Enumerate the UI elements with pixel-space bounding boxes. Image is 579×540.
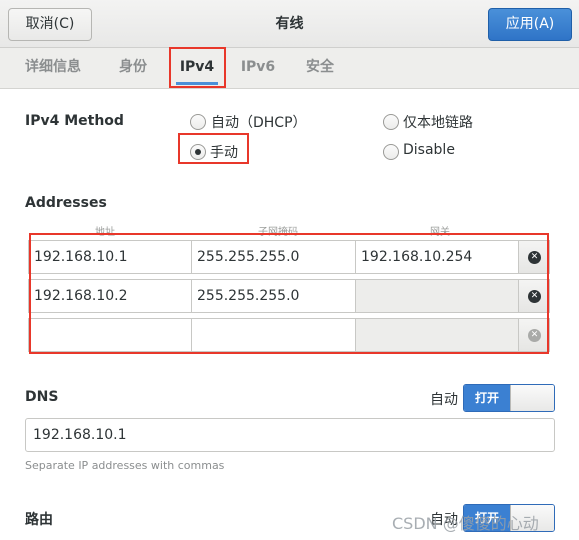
address-input[interactable]: 192.168.10.1 bbox=[28, 240, 192, 274]
address-input[interactable]: 192.168.10.2 bbox=[28, 279, 192, 313]
column-header-address: 地址 bbox=[95, 227, 115, 238]
apply-button[interactable]: 应用(A) bbox=[488, 8, 572, 41]
switch-on-label: 打开 bbox=[464, 385, 510, 411]
address-row: 192.168.10.1 255.255.255.0 192.168.10.25… bbox=[28, 240, 550, 274]
delete-row-button[interactable]: ✕ bbox=[518, 240, 550, 274]
dns-auto-switch[interactable]: 打开 bbox=[463, 384, 555, 412]
address-row: ✕ bbox=[28, 318, 550, 352]
tab-security[interactable]: 安全 bbox=[295, 48, 345, 88]
radio-dhcp[interactable] bbox=[190, 114, 206, 130]
header-bar: 取消(C) 有线 应用(A) bbox=[0, 0, 579, 48]
dns-input[interactable]: 192.168.10.1 bbox=[25, 418, 555, 452]
radio-link-local-label: 仅本地链路 bbox=[403, 115, 473, 131]
cancel-button[interactable]: 取消(C) bbox=[8, 8, 92, 41]
gateway-input[interactable]: 192.168.10.254 bbox=[355, 240, 519, 274]
column-header-gateway: 网关 bbox=[430, 227, 450, 238]
radio-dhcp-label: 自动（DHCP） bbox=[211, 115, 307, 131]
close-icon: ✕ bbox=[528, 290, 541, 303]
address-row: 192.168.10.2 255.255.255.0 ✕ bbox=[28, 279, 550, 313]
tab-bar: 详细信息 身份 IPv4 IPv6 安全 bbox=[0, 48, 579, 89]
radio-manual[interactable] bbox=[190, 144, 206, 160]
ipv4-method-label: IPv4 Method bbox=[25, 113, 124, 129]
addresses-label: Addresses bbox=[25, 195, 107, 211]
watermark: CSDN @傻傻的心动 bbox=[392, 514, 539, 533]
column-header-netmask: 子网掩码 bbox=[258, 227, 298, 238]
gateway-input[interactable] bbox=[355, 318, 519, 352]
radio-disable-label: Disable bbox=[403, 142, 455, 158]
switch-knob bbox=[510, 385, 554, 411]
delete-row-button[interactable]: ✕ bbox=[518, 318, 550, 352]
dns-label: DNS bbox=[25, 389, 59, 405]
netmask-input[interactable]: 255.255.255.0 bbox=[191, 279, 356, 313]
radio-manual-label: 手动 bbox=[210, 145, 238, 161]
radio-link-local[interactable] bbox=[383, 114, 399, 130]
tab-ipv4[interactable]: IPv4 bbox=[172, 48, 222, 88]
gateway-input[interactable] bbox=[355, 279, 519, 313]
routes-label: 路由 bbox=[25, 512, 53, 528]
close-icon: ✕ bbox=[528, 251, 541, 264]
netmask-input[interactable] bbox=[191, 318, 356, 352]
address-input[interactable] bbox=[28, 318, 192, 352]
dns-auto-label: 自动 bbox=[430, 392, 458, 408]
tab-identity[interactable]: 身份 bbox=[108, 48, 158, 88]
netmask-input[interactable]: 255.255.255.0 bbox=[191, 240, 356, 274]
tab-details[interactable]: 详细信息 bbox=[14, 48, 92, 88]
radio-disable[interactable] bbox=[383, 144, 399, 160]
tab-ipv6[interactable]: IPv6 bbox=[236, 48, 280, 88]
dns-hint: Separate IP addresses with commas bbox=[25, 459, 225, 472]
delete-row-button[interactable]: ✕ bbox=[518, 279, 550, 313]
close-icon: ✕ bbox=[528, 329, 541, 342]
